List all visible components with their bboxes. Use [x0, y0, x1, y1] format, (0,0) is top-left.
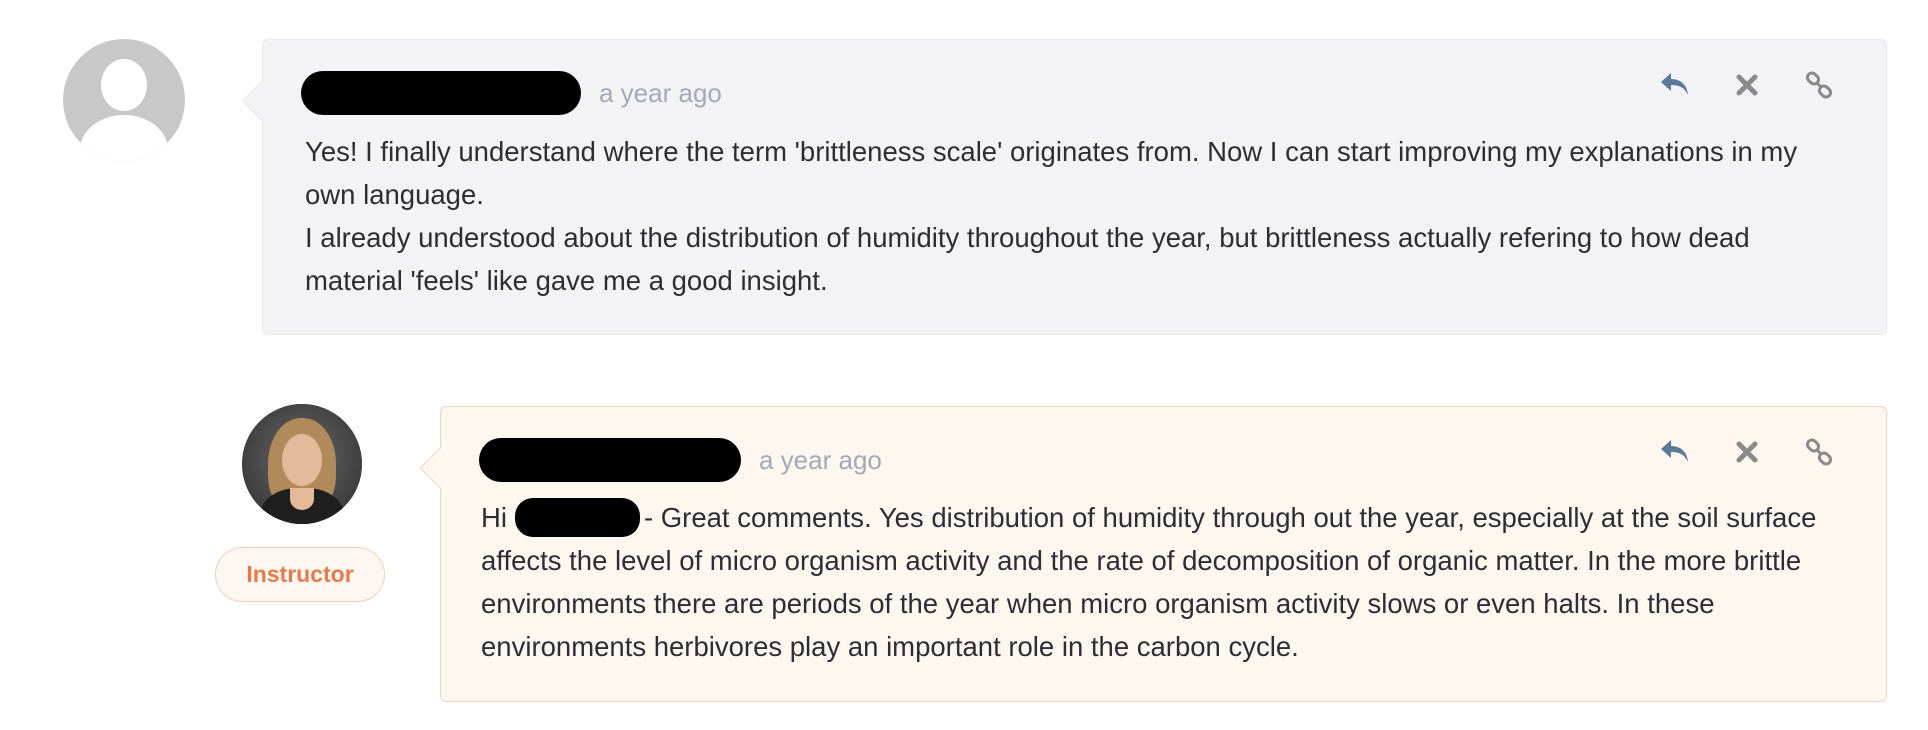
comment-paragraph: Yes! I finally understand where the term…	[305, 136, 1798, 210]
comment-actions	[1658, 435, 1836, 469]
reply-button[interactable]	[1658, 68, 1692, 102]
delete-button[interactable]	[1730, 435, 1764, 469]
avatar-head-shape	[101, 59, 147, 111]
comment-pointer	[241, 79, 285, 123]
delete-button[interactable]	[1730, 68, 1764, 102]
comment-timestamp[interactable]: a year ago	[759, 445, 882, 476]
permalink-button[interactable]	[1802, 435, 1836, 469]
comment-body: Hi - Great comments. Yes distribution of …	[481, 496, 1861, 668]
greeting-text: Hi	[481, 502, 507, 533]
avatar-photo-neck	[290, 488, 314, 510]
redacted-author-name[interactable]	[301, 71, 581, 115]
comment-body: Yes! I finally understand where the term…	[305, 130, 1825, 302]
comment-thread: a year ago Yes! I finally understand whe…	[0, 0, 1928, 730]
avatar-shoulders-shape	[80, 115, 168, 161]
permalink-button[interactable]	[1802, 68, 1836, 102]
redacted-mention	[514, 498, 640, 537]
link-icon	[1805, 438, 1833, 466]
comment-timestamp[interactable]: a year ago	[599, 78, 722, 109]
close-icon	[1736, 74, 1758, 96]
link-icon	[1805, 71, 1833, 99]
close-icon	[1736, 441, 1758, 463]
comment-card-instructor: a year ago Hi - Great comments. Yes dist…	[419, 406, 1887, 702]
reply-icon	[1661, 73, 1688, 95]
instructor-avatar[interactable]	[242, 404, 362, 524]
default-avatar[interactable]	[63, 39, 185, 161]
comment-pointer	[419, 446, 463, 490]
avatar-photo-face	[282, 434, 322, 486]
comment-actions	[1658, 68, 1836, 102]
instructor-badge: Instructor	[215, 547, 385, 602]
comment-paragraph: Hi - Great comments. Yes distribution of …	[481, 496, 1861, 668]
reply-button[interactable]	[1658, 435, 1692, 469]
reply-icon	[1661, 440, 1688, 462]
comment-meta: a year ago	[301, 71, 722, 115]
comment-paragraph: I already understood about the distribut…	[305, 222, 1750, 296]
comment-meta: a year ago	[479, 438, 882, 482]
comment-text: - Great comments. Yes distribution of hu…	[481, 502, 1817, 662]
comment-card: a year ago Yes! I finally understand whe…	[241, 39, 1887, 335]
redacted-author-name[interactable]	[479, 438, 741, 482]
